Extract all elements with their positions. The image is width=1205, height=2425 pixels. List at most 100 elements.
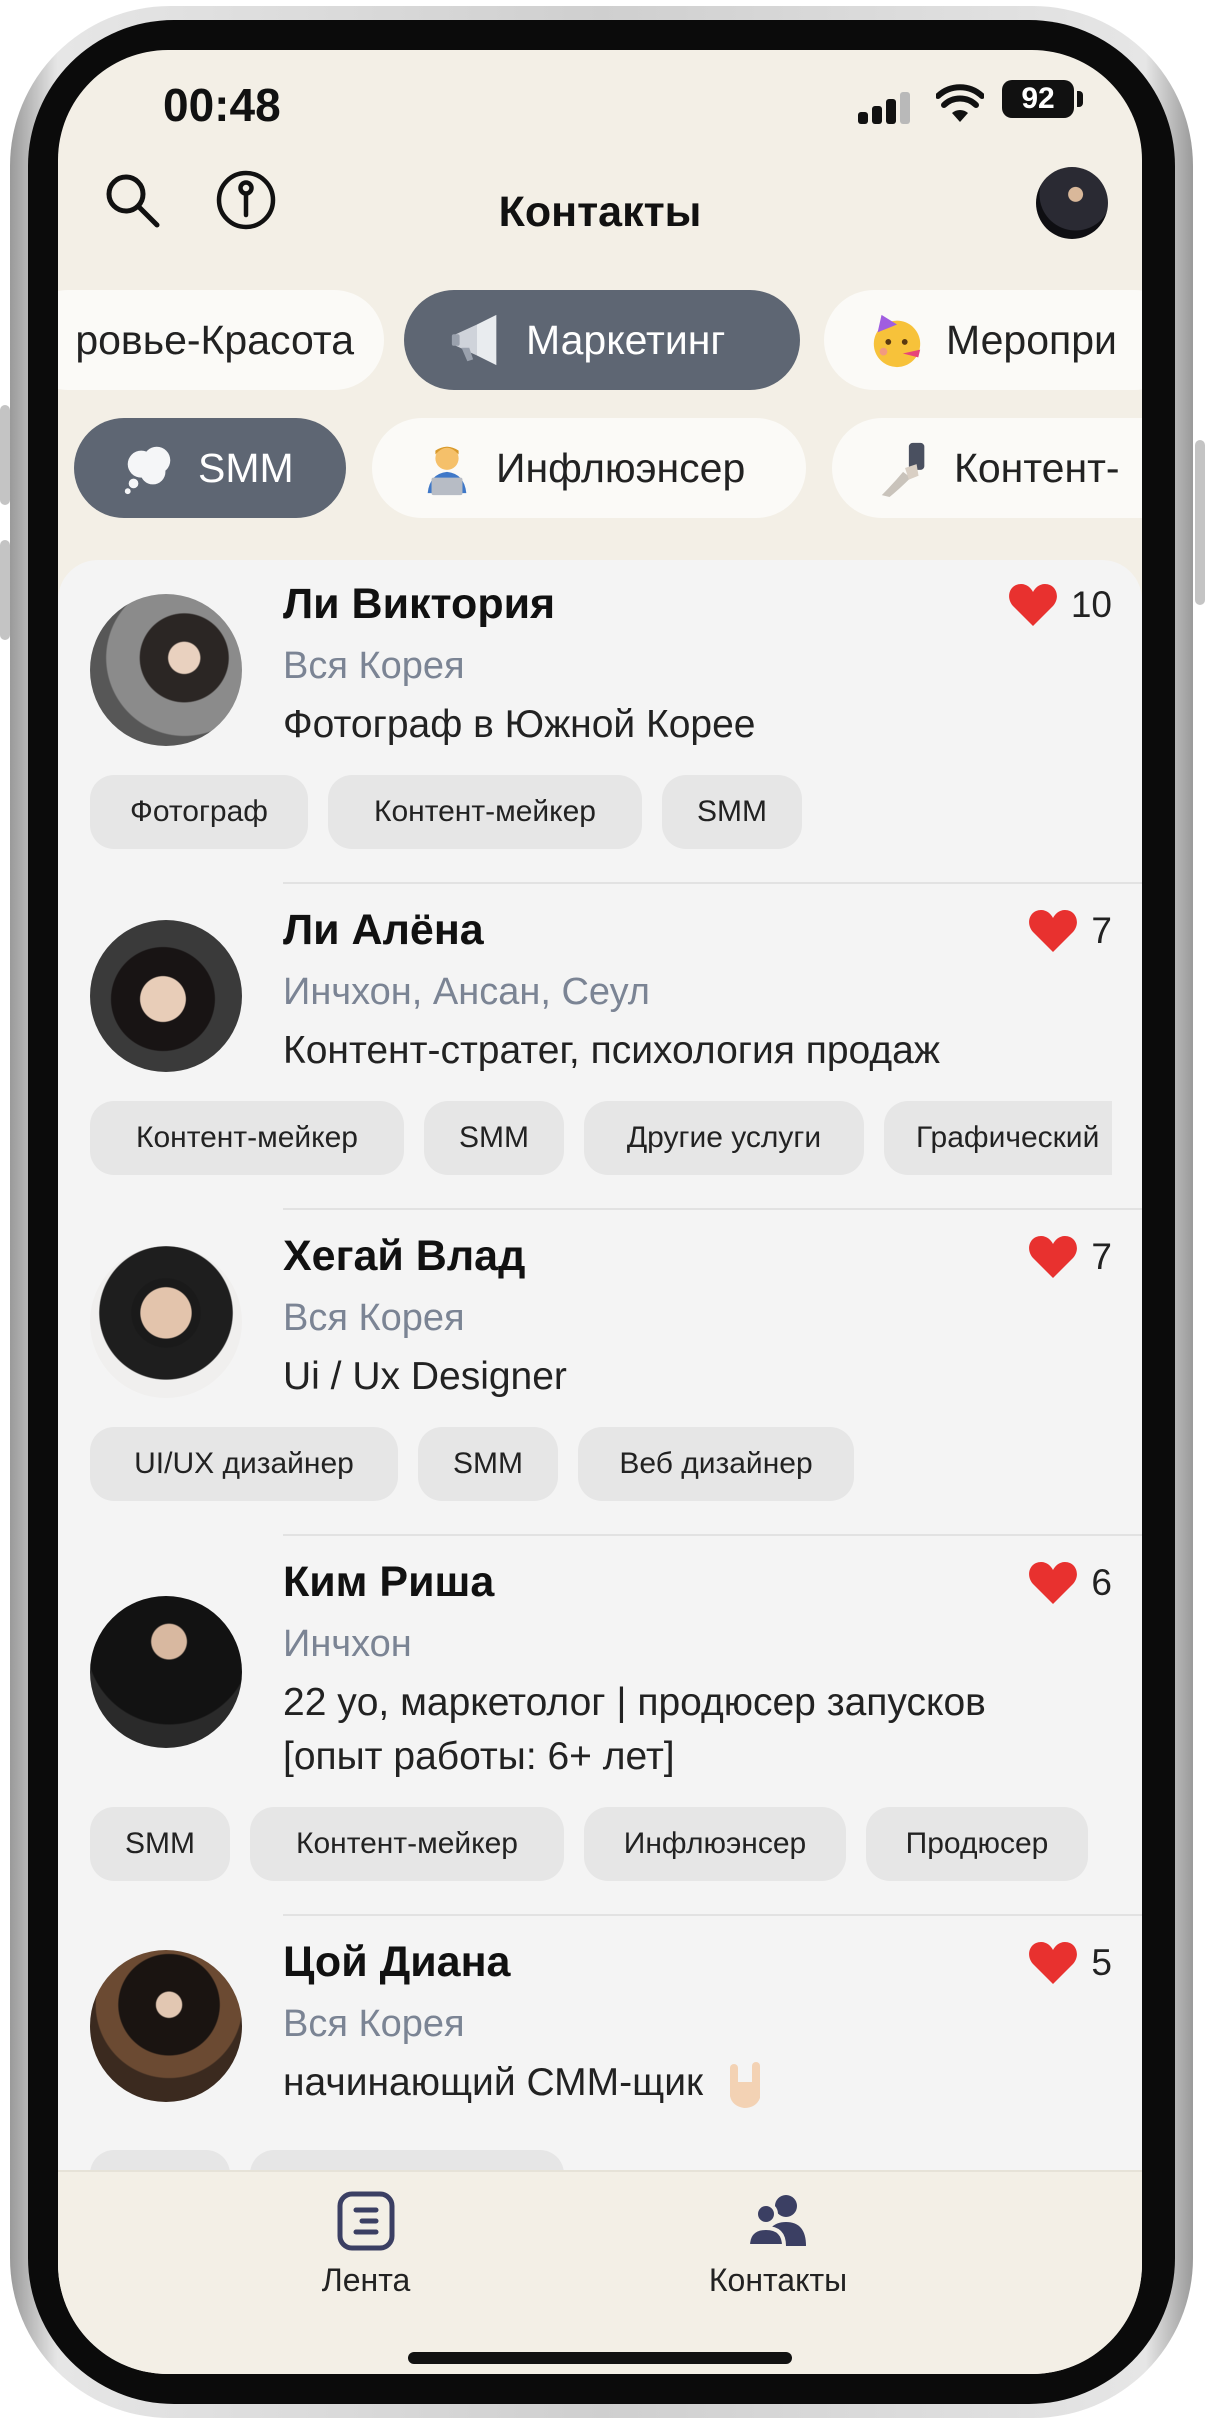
feed-icon <box>337 2191 395 2251</box>
contact-avatar <box>90 1246 242 1398</box>
divider <box>283 1208 1142 1210</box>
tag[interactable]: Веб дизайнер <box>578 1427 854 1501</box>
contact-bio: Фотограф в Южной Корее <box>283 703 756 746</box>
chip-label: SMM <box>198 444 294 491</box>
tag[interactable]: SMM <box>424 1101 564 1175</box>
contact-location: Инчхон, Ансан, Сеул <box>283 971 650 1013</box>
page-title: Контакты <box>498 188 702 236</box>
tag-list: SMM Контент-мейкер Инфлюэнсер Продюсер <box>90 1807 1112 1881</box>
thought-balloon-icon <box>124 446 171 495</box>
likes-counter[interactable]: 5 <box>1027 1940 1112 1986</box>
nav-contacts[interactable]: Контакты <box>628 2172 928 2302</box>
contact-bio: 22 yo, маркетолог | продюсер запусков [о… <box>283 1681 986 1778</box>
contact-location: Вся Корея <box>283 645 465 687</box>
nav-feed[interactable]: Лента <box>216 2172 516 2302</box>
bottom-nav: Лента Контакты <box>58 2170 1142 2374</box>
chip-label: Контент- <box>954 444 1120 491</box>
wifi-icon <box>936 84 984 122</box>
app-screen: 00:48 92 Контакты ровье-Красота Маркетин… <box>58 50 1142 2374</box>
chip-label: Меропри <box>946 316 1117 363</box>
heart-icon <box>1029 1942 1078 1984</box>
tag[interactable]: UI/UX дизайнер <box>90 1427 398 1501</box>
likes-count: 7 <box>1091 1236 1112 1277</box>
tag-list: Фотограф Контент-мейкер SMM <box>90 775 1112 849</box>
likes-count: 10 <box>1070 584 1112 625</box>
contact-name: Хегай Влад <box>283 1232 526 1280</box>
tag-list: Контент-мейкер SMM Другие услуги Графиче… <box>90 1101 1112 1175</box>
contact-avatar <box>90 594 242 746</box>
device-power-button <box>1195 440 1205 605</box>
chip-label: Маркетинг <box>526 316 726 363</box>
megaphone-icon <box>451 314 497 366</box>
tag[interactable]: Другие услуги <box>584 1101 864 1175</box>
contact-location: Инчхон <box>283 1623 412 1665</box>
person-laptop-icon <box>427 446 467 496</box>
nav-label: Лента <box>321 2262 411 2298</box>
selfie-icon <box>881 442 925 497</box>
category-chips-row-2: SMM Инфлюэнсер Контент- <box>58 418 1142 518</box>
contact-card[interactable]: Ли Виктория 10 Вся Корея Фотограф в Южно… <box>58 560 1142 882</box>
tag-list: UI/UX дизайнер SMM Веб дизайнер <box>90 1427 1112 1501</box>
battery-tip <box>1077 91 1083 107</box>
contacts-icon <box>746 2195 806 2248</box>
battery-indicator: 92 <box>1002 80 1074 118</box>
chip-label: Инфлюэнсер <box>496 444 746 491</box>
tag[interactable]: SMM <box>90 1807 230 1881</box>
nav-label: Контакты <box>708 2262 848 2298</box>
contact-bio: начинающий СММ-щик <box>283 2056 1083 2110</box>
likes-count: 5 <box>1091 1942 1112 1983</box>
likes-count: 6 <box>1091 1562 1112 1603</box>
device-volume-button <box>0 540 10 640</box>
heart-icon <box>1029 910 1078 952</box>
chip-label: ровье-Красота <box>75 316 354 363</box>
chip-marketing[interactable]: Маркетинг <box>404 290 800 390</box>
tag[interactable]: Контент-мейкер <box>90 1101 404 1175</box>
party-face-icon <box>873 314 921 368</box>
contact-name: Цой Диана <box>283 1938 511 1986</box>
heart-icon <box>1008 584 1057 626</box>
contacts-list[interactable]: Ли Виктория 10 Вся Корея Фотограф в Южно… <box>58 560 1142 2234</box>
contact-name: Ли Виктория <box>283 580 556 628</box>
chip-content[interactable]: Контент- <box>832 418 1142 518</box>
likes-counter[interactable]: 7 <box>1027 908 1112 954</box>
rock-hand-icon <box>729 2061 760 2108</box>
heart-icon <box>1029 1236 1078 1278</box>
likes-counter[interactable]: 7 <box>1027 1234 1112 1280</box>
contact-card[interactable]: Хегай Влад 7 Вся Корея Ui / Ux Designer … <box>58 1208 1142 1534</box>
tag[interactable]: Контент-мейкер <box>250 1807 564 1881</box>
cellular-signal-icon <box>858 90 912 124</box>
divider <box>283 1914 1142 1916</box>
contact-avatar <box>90 1950 242 2102</box>
tag[interactable]: SMM <box>662 775 802 849</box>
contact-card[interactable]: Ким Риша 6 Инчхон 22 yo, маркетолог | пр… <box>58 1534 1142 1914</box>
chip-influencer[interactable]: Инфлюэнсер <box>372 418 806 518</box>
contact-name: Ким Риша <box>283 1558 495 1606</box>
contact-avatar <box>90 1596 242 1748</box>
likes-counter[interactable]: 10 <box>1007 582 1112 628</box>
likes-counter[interactable]: 6 <box>1027 1560 1112 1606</box>
tag[interactable]: Контент-мейкер <box>328 775 642 849</box>
tag[interactable]: Инфлюэнсер <box>584 1807 846 1881</box>
device-silent-switch <box>0 405 10 505</box>
heart-icon <box>1029 1562 1078 1604</box>
profile-avatar[interactable] <box>1036 167 1108 239</box>
chip-smm[interactable]: SMM <box>74 418 346 518</box>
home-indicator <box>408 2352 792 2364</box>
chip-health-beauty[interactable]: ровье-Красота <box>58 290 384 390</box>
tag[interactable]: Фотограф <box>90 775 308 849</box>
contact-bio-text: начинающий СММ-щик <box>283 2061 704 2104</box>
tag[interactable]: Графический <box>884 1101 1112 1175</box>
category-chips-row-1: ровье-Красота Маркетинг Меропри <box>58 290 1142 390</box>
chip-events[interactable]: Меропри <box>824 290 1142 390</box>
divider <box>283 882 1142 884</box>
tag[interactable]: Продюсер <box>866 1807 1088 1881</box>
contact-location: Вся Корея <box>283 1297 465 1339</box>
contact-name: Ли Алёна <box>283 906 484 954</box>
contact-location: Вся Корея <box>283 2003 465 2045</box>
contact-avatar <box>90 920 242 1072</box>
divider <box>283 1534 1142 1536</box>
contact-bio: Ui / Ux Designer <box>283 1355 567 1398</box>
tag[interactable]: SMM <box>418 1427 558 1501</box>
likes-count: 7 <box>1091 910 1112 951</box>
contact-card[interactable]: Ли Алёна 7 Инчхон, Ансан, Сеул Контент-с… <box>58 882 1142 1208</box>
